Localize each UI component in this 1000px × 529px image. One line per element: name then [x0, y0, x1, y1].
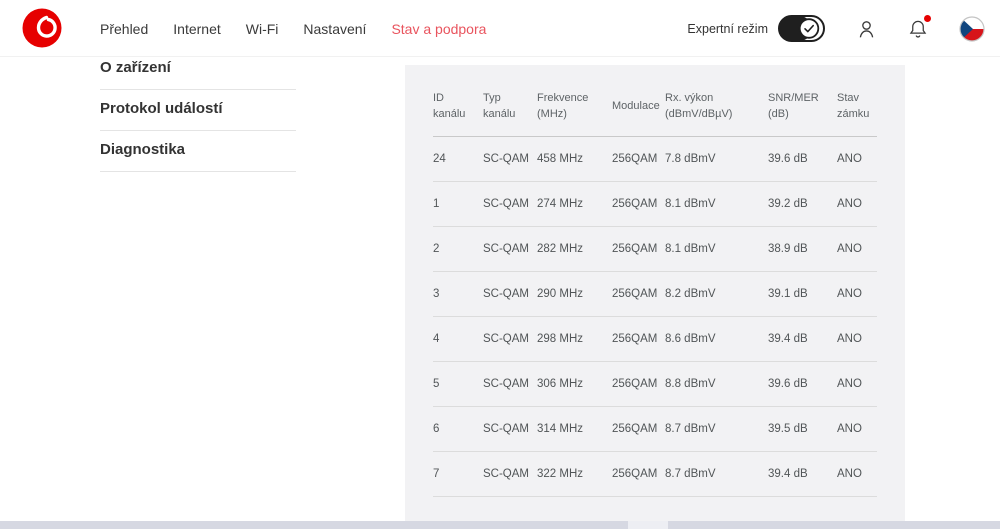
cell-channel-type: SC-QAM — [483, 288, 537, 300]
cell-lock-status: ANO — [837, 288, 877, 300]
cell-snr-mer: 39.4 dB — [768, 333, 837, 345]
table-row: 1 SC-QAM 274 MHz 256QAM 8.1 dBmV 39.2 dB… — [433, 182, 877, 227]
cell-frequency: 298 MHz — [537, 333, 612, 345]
cell-modulation: 256QAM — [612, 198, 665, 210]
expert-mode-toggle[interactable] — [778, 15, 825, 42]
cell-frequency: 282 MHz — [537, 243, 612, 255]
cell-rx-power: 8.7 dBmV — [665, 468, 768, 480]
cell-snr-mer: 39.5 dB — [768, 423, 837, 435]
cell-lock-status: ANO — [837, 243, 877, 255]
column-header: SNR/MER (dB) — [768, 91, 837, 123]
sidebar: O zařízení Protokol událostí Diagnostika — [100, 55, 296, 172]
cell-frequency: 314 MHz — [537, 423, 612, 435]
cell-channel-id: 24 — [433, 153, 483, 165]
cell-channel-type: SC-QAM — [483, 333, 537, 345]
nav-internet[interactable]: Internet — [173, 21, 220, 37]
column-header: ID kanálu — [433, 91, 483, 123]
table-row: 24 SC-QAM 458 MHz 256QAM 7.8 dBmV 39.6 d… — [433, 137, 877, 182]
table-row: 7 SC-QAM 322 MHz 256QAM 8.7 dBmV 39.4 dB… — [433, 452, 877, 497]
cell-modulation: 256QAM — [612, 153, 665, 165]
table-row: 3 SC-QAM 290 MHz 256QAM 8.2 dBmV 39.1 dB… — [433, 272, 877, 317]
cell-frequency: 322 MHz — [537, 468, 612, 480]
czech-flag-icon[interactable] — [959, 16, 985, 42]
cell-frequency: 306 MHz — [537, 378, 612, 390]
cell-modulation: 256QAM — [612, 243, 665, 255]
table-row: 5 SC-QAM 306 MHz 256QAM 8.8 dBmV 39.6 dB… — [433, 362, 877, 407]
cell-snr-mer: 38.9 dB — [768, 243, 837, 255]
table-row: 6 SC-QAM 314 MHz 256QAM 8.7 dBmV 39.5 dB… — [433, 407, 877, 452]
cell-channel-type: SC-QAM — [483, 198, 537, 210]
column-header: Modulace — [612, 99, 665, 115]
column-header: Rx. výkon (dBmV/dBµV) — [665, 91, 768, 123]
cell-snr-mer: 39.4 dB — [768, 468, 837, 480]
cell-lock-status: ANO — [837, 423, 877, 435]
cell-rx-power: 8.6 dBmV — [665, 333, 768, 345]
cell-channel-type: SC-QAM — [483, 378, 537, 390]
content-panel: ID kanáluTyp kanáluFrekvence (MHz)Modula… — [405, 65, 905, 521]
cell-frequency: 458 MHz — [537, 153, 612, 165]
nav-stav-a-podpora[interactable]: Stav a podpora — [391, 21, 486, 37]
cell-channel-type: SC-QAM — [483, 153, 537, 165]
cell-lock-status: ANO — [837, 378, 877, 390]
cell-modulation: 256QAM — [612, 423, 665, 435]
sidebar-item-diagnostika[interactable]: Diagnostika — [100, 131, 296, 172]
cell-snr-mer: 39.6 dB — [768, 153, 837, 165]
cell-modulation: 256QAM — [612, 288, 665, 300]
table-body: 24 SC-QAM 458 MHz 256QAM 7.8 dBmV 39.6 d… — [405, 137, 905, 497]
cell-channel-id: 3 — [433, 288, 483, 300]
notification-dot — [924, 15, 931, 22]
column-header: Stav zámku — [837, 91, 877, 123]
cell-snr-mer: 39.6 dB — [768, 378, 837, 390]
cell-lock-status: ANO — [837, 468, 877, 480]
header-controls: Expertní režim — [687, 0, 985, 57]
cell-channel-id: 7 — [433, 468, 483, 480]
expert-mode-label: Expertní režim — [687, 22, 768, 36]
notifications-bell-icon[interactable] — [908, 17, 928, 40]
user-icon[interactable] — [856, 17, 877, 41]
cell-channel-id: 4 — [433, 333, 483, 345]
top-header: Přehled Internet Wi-Fi Nastavení Stav a … — [0, 0, 1000, 57]
vodafone-logo-icon[interactable] — [22, 8, 62, 48]
cell-rx-power: 8.8 dBmV — [665, 378, 768, 390]
cell-rx-power: 8.2 dBmV — [665, 288, 768, 300]
nav-prehled[interactable]: Přehled — [100, 21, 148, 37]
main-nav: Přehled Internet Wi-Fi Nastavení Stav a … — [100, 0, 486, 57]
cell-rx-power: 8.1 dBmV — [665, 243, 768, 255]
column-header: Typ kanálu — [483, 91, 537, 123]
nav-nastaveni[interactable]: Nastavení — [303, 21, 366, 37]
table-row: 2 SC-QAM 282 MHz 256QAM 8.1 dBmV 38.9 dB… — [433, 227, 877, 272]
cell-channel-id: 1 — [433, 198, 483, 210]
cell-modulation: 256QAM — [612, 468, 665, 480]
cell-lock-status: ANO — [837, 333, 877, 345]
cell-rx-power: 8.7 dBmV — [665, 423, 768, 435]
cell-rx-power: 8.1 dBmV — [665, 198, 768, 210]
cell-snr-mer: 39.1 dB — [768, 288, 837, 300]
table-row: 4 SC-QAM 298 MHz 256QAM 8.6 dBmV 39.4 dB… — [433, 317, 877, 362]
horizontal-scrollbar-thumb[interactable] — [628, 521, 668, 529]
cell-frequency: 274 MHz — [537, 198, 612, 210]
cell-channel-id: 6 — [433, 423, 483, 435]
cell-channel-id: 2 — [433, 243, 483, 255]
cell-frequency: 290 MHz — [537, 288, 612, 300]
cell-modulation: 256QAM — [612, 333, 665, 345]
cell-lock-status: ANO — [837, 153, 877, 165]
cell-channel-type: SC-QAM — [483, 243, 537, 255]
sidebar-item-o-zarizeni[interactable]: O zařízení — [100, 55, 296, 90]
cell-channel-id: 5 — [433, 378, 483, 390]
sidebar-item-protokol-udalosti[interactable]: Protokol událostí — [100, 90, 296, 131]
nav-wifi[interactable]: Wi-Fi — [246, 21, 279, 37]
cell-channel-type: SC-QAM — [483, 423, 537, 435]
cell-snr-mer: 39.2 dB — [768, 198, 837, 210]
cell-rx-power: 7.8 dBmV — [665, 153, 768, 165]
column-header: Frekvence (MHz) — [537, 91, 612, 123]
cell-modulation: 256QAM — [612, 378, 665, 390]
table-header: ID kanáluTyp kanáluFrekvence (MHz)Modula… — [433, 65, 877, 137]
cell-lock-status: ANO — [837, 198, 877, 210]
horizontal-scrollbar[interactable] — [0, 521, 1000, 529]
cell-channel-type: SC-QAM — [483, 468, 537, 480]
